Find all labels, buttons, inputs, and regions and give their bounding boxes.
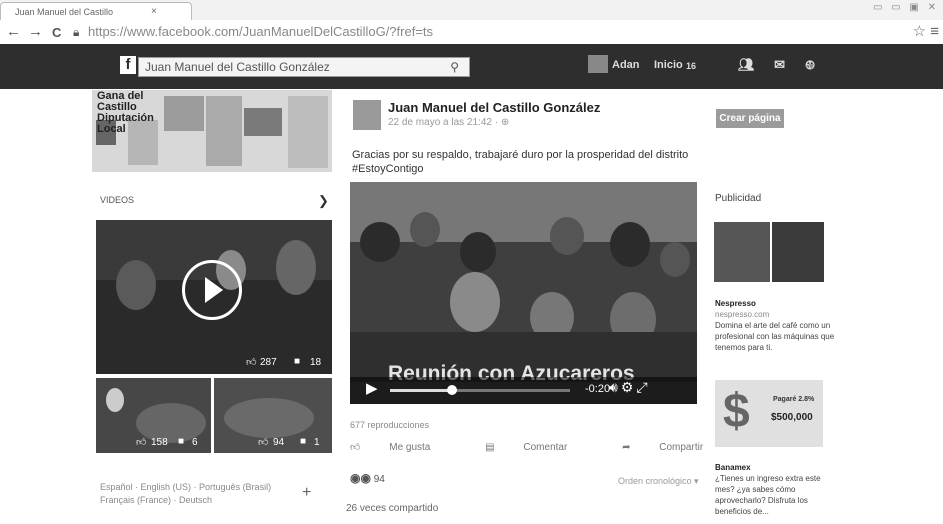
- chevron-right-icon[interactable]: ❯: [318, 193, 329, 209]
- facebook-logo-icon[interactable]: f: [120, 56, 136, 74]
- ad-title[interactable]: Banamex: [715, 462, 835, 473]
- user-name-link[interactable]: Adan: [612, 59, 640, 71]
- video1-like-icon: 👍︎: [246, 357, 257, 368]
- forward-icon[interactable]: →: [28, 23, 43, 40]
- video1-comment-icon: ■: [294, 356, 301, 367]
- ad-text: ¿Tienes un ingreso extra este mes? ¿ya s…: [715, 474, 821, 516]
- video-thumbnail[interactable]: 👍︎ 94 ■ 1: [214, 378, 332, 453]
- ad-image-text: $500,000: [771, 412, 813, 423]
- comment-button[interactable]: ▤ Comentar: [485, 442, 593, 453]
- video-progress-fill: [390, 389, 450, 392]
- thumbs-up-icon: 👍︎: [350, 442, 361, 453]
- videos-section-label: VIDEOS: [100, 195, 135, 205]
- video-time-remaining: -0:20: [585, 383, 611, 395]
- lock-icon: 🔒︎: [73, 25, 80, 39]
- globe-icon: ⊕: [500, 117, 510, 128]
- ad-title[interactable]: Nespresso: [715, 298, 835, 309]
- url-field[interactable]: https://www.facebook.com/JuanManuelDelCa…: [88, 24, 433, 39]
- search-icon[interactable]: ⚲: [450, 58, 459, 76]
- ad-image[interactable]: [772, 222, 824, 282]
- language-line[interactable]: Français (France) · Deutsch: [100, 494, 271, 507]
- ad-image-text: Pagaré 2.8%: [773, 396, 815, 403]
- comment-sort-dropdown[interactable]: Orden cronológico ▾: [618, 476, 699, 487]
- back-icon[interactable]: ←: [6, 23, 21, 40]
- account-menu-icon[interactable]: ▪▾: [806, 61, 814, 72]
- video3-comment-icon: ■: [300, 436, 307, 447]
- share-count[interactable]: 26 veces compartido: [346, 503, 438, 514]
- video1-comments: 18: [310, 357, 322, 368]
- reactions-summary[interactable]: ◉◉ 94: [350, 471, 385, 485]
- video2-comments: 6: [192, 437, 198, 448]
- bookmark-star-icon[interactable]: ☆ ≡: [913, 22, 939, 40]
- video3-likes: 94: [273, 437, 285, 448]
- browser-tab[interactable]: Juan Manuel del Castillo ×: [0, 2, 192, 21]
- newspaper-headline: Gana del Castillo Diputación Local: [97, 90, 154, 135]
- dollar-icon: $: [723, 385, 750, 438]
- more-languages-button[interactable]: +: [302, 484, 311, 502]
- ad-image[interactable]: [714, 222, 770, 282]
- view-count: 677 reproducciones: [350, 420, 430, 430]
- video2-like-icon: 👍︎: [136, 437, 147, 448]
- comment-icon: ▤: [485, 442, 495, 453]
- user-avatar[interactable]: [588, 55, 608, 73]
- search-input[interactable]: Juan Manuel del Castillo González ⚲: [138, 57, 470, 77]
- language-line[interactable]: Español · English (US) · Português (Bras…: [100, 481, 271, 494]
- window-controls[interactable]: ▭ ▭ ▣ ✕: [873, 2, 939, 13]
- ad-domain: nespresso.com: [715, 310, 770, 319]
- post-author[interactable]: Juan Manuel del Castillo González: [388, 100, 600, 115]
- tab-close-icon[interactable]: ×: [151, 6, 157, 17]
- like-button[interactable]: 👍︎ Me gusta: [350, 442, 456, 453]
- home-count: 16: [686, 61, 697, 71]
- address-bar: ← → C 🔒︎ https://www.facebook.com/JuanMa…: [0, 20, 943, 45]
- play-icon[interactable]: [182, 260, 242, 320]
- ad-banamex[interactable]: Banamex ¿Tienes un ingreso extra este me…: [715, 462, 835, 517]
- post-text: Gracias por su respaldo, trabajaré duro …: [352, 148, 692, 176]
- reactions-count: 94: [373, 474, 385, 485]
- share-icon: ➦: [622, 442, 631, 453]
- video-thumbnail[interactable]: 👍︎ 158 ■ 6: [96, 378, 211, 453]
- hashtag-link[interactable]: #EstoyContigo: [352, 162, 692, 176]
- ad-text: Domina el arte del café como un profesio…: [715, 321, 835, 352]
- ads-section-label: Publicidad: [715, 193, 762, 204]
- language-links[interactable]: Español · English (US) · Português (Bras…: [100, 481, 271, 507]
- home-link[interactable]: Inicio: [654, 59, 683, 71]
- ad-nespresso[interactable]: Nespresso nespresso.com Domina el arte d…: [715, 298, 835, 353]
- featured-video-thumbnail[interactable]: 👍︎ 287 ■ 18: [96, 220, 332, 374]
- search-value: Juan Manuel del Castillo González: [145, 60, 330, 74]
- volume-icon: 🔊︎: [609, 379, 621, 395]
- tab-title: Juan Manuel del Castillo: [15, 7, 114, 17]
- play-icon[interactable]: ▶: [366, 379, 378, 397]
- post-date[interactable]: 22 de mayo a las 21:42 · ⊕: [388, 117, 509, 128]
- video2-likes: 158: [151, 437, 168, 448]
- video3-comments: 1: [314, 437, 320, 448]
- fullscreen-icon: ⤢: [636, 379, 651, 395]
- reload-icon[interactable]: C: [52, 25, 61, 40]
- gear-icon: ⚙: [620, 379, 637, 395]
- video3-like-icon: 👍︎: [258, 437, 269, 448]
- create-page-button[interactable]: Crear página: [716, 109, 784, 128]
- share-button[interactable]: ➦ Compartir: [622, 442, 729, 453]
- video1-likes: 287: [260, 357, 277, 368]
- author-avatar[interactable]: [353, 100, 381, 130]
- post-actions: 👍︎ Me gusta ▤ Comentar ➦ Compartir: [350, 441, 755, 453]
- video-settings-icons[interactable]: 🔊︎⚙⤢: [609, 379, 651, 396]
- reaction-icons: ◉◉: [350, 471, 371, 485]
- ad-image[interactable]: $ Pagaré 2.8% $500,000: [715, 380, 823, 447]
- video2-comment-icon: ■: [178, 436, 185, 447]
- video-scrubber-handle[interactable]: [447, 385, 457, 395]
